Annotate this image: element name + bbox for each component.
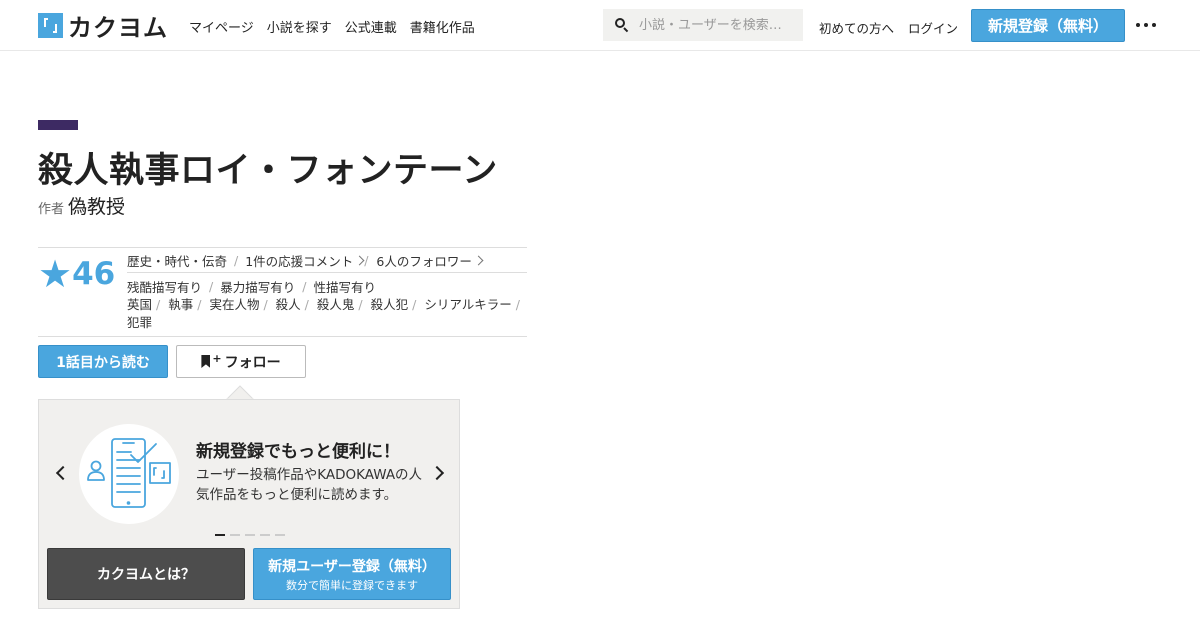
author-line: 作者 偽教授 [38, 192, 125, 219]
genre-link[interactable]: 歴史・時代・伝奇 [127, 251, 227, 270]
read-first-episode-button[interactable]: 1話目から読む [38, 345, 168, 378]
separator: / [515, 297, 520, 312]
separator: / [358, 297, 363, 312]
followers-link[interactable]: 6人のフォロワー [376, 251, 471, 270]
bookmark-icon [201, 355, 211, 368]
logo-text: カクヨム [68, 13, 168, 42]
tag-link[interactable]: 殺人 [276, 297, 301, 312]
title-accent-bar [38, 120, 78, 130]
star-rating[interactable]: ★ 46 [38, 255, 115, 293]
work-meta-row: 歴史・時代・伝奇 / 1件の応援コメント / 6人のフォロワー [127, 248, 527, 273]
separator: / [234, 252, 239, 268]
more-menu-icon[interactable] [1136, 23, 1156, 27]
tag-link[interactable]: シリアルキラー [424, 297, 511, 312]
about-kakuyomu-button[interactable]: カクヨムとは？ [47, 548, 245, 600]
register-button[interactable]: 新規登録（無料） [971, 9, 1125, 42]
promo-heading: 新規登録でもっと便利に！ [196, 442, 400, 462]
signup-main-label: 新規ユーザー登録（無料） [268, 558, 436, 575]
warning-tag: 暴力描写有り [220, 279, 296, 295]
carousel-next-icon[interactable] [429, 465, 445, 481]
nav-mypage[interactable]: マイページ [189, 17, 254, 36]
separator: / [302, 278, 307, 294]
signup-promo-panel: 新規登録でもっと便利に！ ユーザー投稿作品やKADOKAWAの人気作品をもっと便… [38, 399, 460, 609]
tag-link[interactable]: 殺人犯 [371, 297, 409, 312]
signup-sub-label: 数分で簡単に登録できます [286, 578, 418, 592]
search-box[interactable] [603, 9, 803, 41]
tag-link[interactable]: 殺人鬼 [317, 297, 355, 312]
tag-link[interactable]: 実在人物 [209, 297, 259, 312]
carousel-dot[interactable] [230, 534, 240, 536]
follow-button[interactable]: + フォロー [176, 345, 306, 378]
login-link[interactable]: ログイン [908, 18, 958, 37]
site-logo[interactable]: カクヨム [38, 13, 168, 42]
work-info-table: ★ 46 歴史・時代・伝奇 / 1件の応援コメント / 6人のフォロワー 残酷描… [38, 247, 527, 337]
author-name[interactable]: 偽教授 [68, 192, 125, 219]
separator: / [197, 297, 202, 312]
carousel-dot[interactable] [260, 534, 270, 536]
separator: / [304, 297, 309, 312]
carousel-indicators [215, 534, 285, 536]
tag-link[interactable]: 犯罪 [127, 315, 152, 330]
tag-list: 英国 / 執事 / 実在人物 / 殺人 / 殺人鬼 / 殺人犯 / シリアルキラー / 犯罪 [127, 296, 527, 332]
carousel-dot[interactable] [245, 534, 255, 536]
carousel-dot[interactable] [275, 534, 285, 536]
author-label: 作者 [38, 202, 65, 217]
chevron-right-icon [354, 255, 365, 265]
signup-button[interactable]: 新規ユーザー登録（無料） 数分で簡単に登録できます [253, 548, 451, 600]
star-icon: ★ [38, 252, 73, 296]
comments-link[interactable]: 1件の応援コメント [245, 251, 353, 270]
first-time-link[interactable]: 初めての方へ [819, 18, 894, 37]
chevron-right-icon [473, 255, 484, 265]
nav-published-works[interactable]: 書籍化作品 [410, 17, 475, 36]
separator: / [263, 297, 268, 312]
carousel-dot[interactable] [215, 534, 225, 536]
kakuyomu-logo-icon [38, 13, 63, 38]
site-header: カクヨム マイページ 小説を探す 公式連載 書籍化作品 初めての方へ ログイン … [0, 0, 1200, 51]
phone-illustration-icon [79, 424, 179, 524]
carousel-prev-icon[interactable] [55, 465, 71, 481]
separator: / [209, 278, 214, 294]
warning-tag: 残酷描写有り [127, 279, 203, 295]
tag-link[interactable]: 英国 [127, 297, 152, 312]
work-title[interactable]: 殺人執事ロイ・フォンテーン [38, 142, 498, 193]
star-count: 46 [72, 256, 116, 292]
nav-official-series[interactable]: 公式連載 [345, 17, 397, 36]
main-nav: マイページ 小説を探す 公式連載 書籍化作品 [189, 17, 475, 36]
plus-icon: + [212, 352, 222, 365]
nav-find-novels[interactable]: 小説を探す [267, 17, 332, 36]
separator: / [412, 297, 417, 312]
follow-label: フォロー [224, 354, 281, 371]
warning-tag: 性描写有り [313, 279, 376, 295]
search-input[interactable] [639, 17, 799, 33]
content-warnings: 残酷描写有り / 暴力描写有り / 性描写有り [127, 274, 527, 298]
promo-body: ユーザー投稿作品やKADOKAWAの人気作品をもっと便利に読めます。 [196, 467, 423, 503]
separator: / [156, 297, 161, 312]
search-icon[interactable] [615, 18, 629, 33]
tag-link[interactable]: 執事 [168, 297, 193, 312]
promo-caret [226, 385, 254, 400]
